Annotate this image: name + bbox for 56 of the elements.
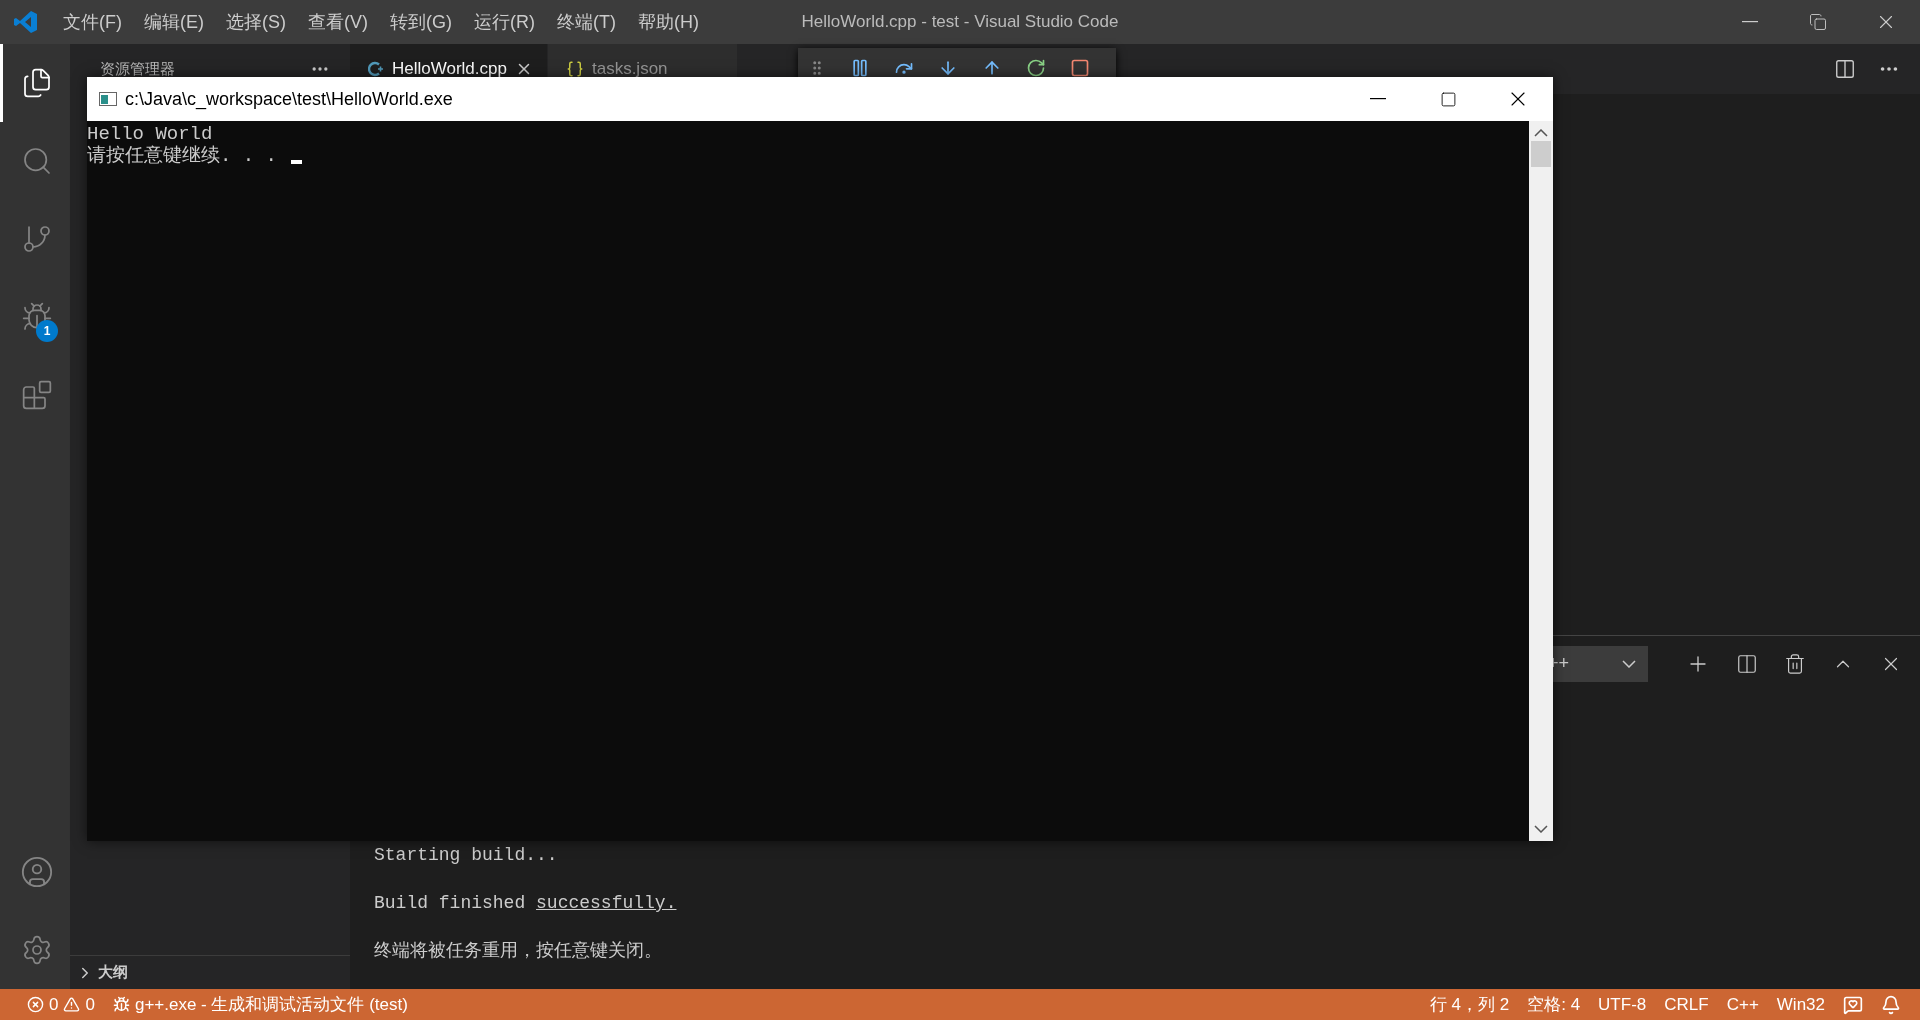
bug-icon [20, 301, 53, 333]
status-item[interactable]: CRLF [1655, 994, 1718, 1015]
terminal-line: Starting build... [374, 844, 559, 867]
scroll-down-icon [1534, 825, 1548, 833]
status-item[interactable]: 空格: 4 [1518, 993, 1590, 1016]
pause-icon[interactable] [850, 58, 870, 78]
status-item[interactable]: 行 4，列 2 [1420, 993, 1519, 1016]
task-status[interactable]: g++.exe - 生成和调试活动文件 (test) [103, 993, 417, 1016]
blocks-icon [20, 379, 53, 411]
menu-item[interactable]: 转到(G) [379, 10, 463, 34]
debug-activity-button[interactable]: 1 [0, 278, 70, 356]
warning-count[interactable]: 0 [85, 994, 95, 1015]
account-icon[interactable] [19, 855, 54, 889]
status-item[interactable]: UTF-8 [1589, 994, 1656, 1015]
terminal-line: 终端将被任务重用，按任意键关闭。 [374, 940, 663, 963]
menu-item[interactable]: 文件(F) [52, 10, 133, 34]
vscode-logo-icon [14, 10, 38, 34]
menu-item[interactable]: 编辑(E) [133, 10, 215, 34]
console-line: Hello World [87, 123, 213, 145]
menu-item[interactable]: 选择(S) [215, 10, 297, 34]
status-item[interactable]: C++ [1717, 994, 1768, 1015]
split-editor-icon[interactable] [1834, 58, 1856, 80]
menu-item[interactable]: 帮助(H) [626, 10, 710, 34]
trash-icon[interactable] [1784, 652, 1806, 675]
warning-icon[interactable] [63, 996, 81, 1013]
console-line: 请按任意键继续. . . [87, 145, 277, 167]
restore-icon [1809, 13, 1827, 31]
error-count[interactable]: 0 [49, 994, 59, 1015]
cpp-file-icon [368, 61, 384, 77]
feedback-icon[interactable] [1843, 994, 1863, 1015]
outline-label: 大纲 [98, 963, 128, 982]
json-file-icon [565, 60, 584, 78]
bug-icon [112, 996, 130, 1013]
scroll-up-icon [1534, 129, 1548, 137]
status-item[interactable]: Win32 [1767, 994, 1834, 1015]
menu-item[interactable]: 运行(R) [463, 10, 546, 34]
window-title: HelloWorld.cpp - test - Visual Studio Code [801, 12, 1119, 32]
menu-item[interactable]: 查看(V) [297, 10, 379, 34]
split-terminal-icon[interactable] [1736, 652, 1758, 675]
minimize-icon [1742, 21, 1758, 23]
stop-icon[interactable] [1070, 58, 1090, 78]
terminal-link[interactable]: successfully. [536, 893, 677, 913]
menu-item[interactable]: 终端(T) [546, 10, 627, 34]
notifications-icon[interactable] [1881, 994, 1901, 1015]
maximize-icon [1439, 90, 1457, 108]
chevron-down-icon [1622, 659, 1636, 668]
scrollbar[interactable] [1529, 121, 1553, 841]
scrollbar-thumb[interactable] [1531, 141, 1551, 167]
count-badge: 1 [36, 320, 58, 342]
text-cursor [291, 160, 302, 164]
sidebar-title: 资源管理器 [100, 59, 175, 79]
restart-icon[interactable] [1026, 58, 1046, 78]
console-app-icon [99, 92, 117, 106]
terminal-line: Build finished successfully. [374, 892, 678, 915]
minimize-icon [1370, 98, 1386, 100]
error-icon[interactable] [27, 996, 44, 1013]
